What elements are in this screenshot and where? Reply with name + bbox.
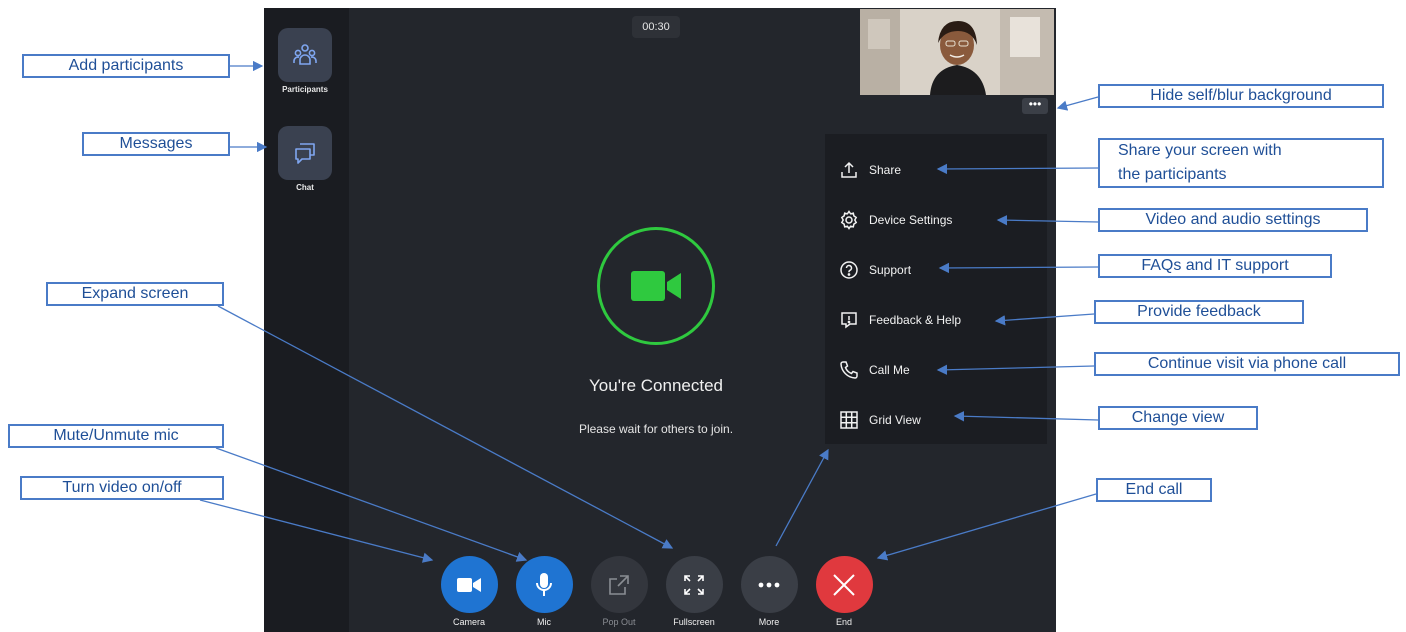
chat-label: Chat <box>296 183 314 192</box>
fullscreen-control[interactable]: Fullscreen <box>659 556 729 627</box>
more-label: More <box>758 617 780 627</box>
callout-phone-call: Continue visit via phone call <box>1094 352 1400 376</box>
menu-item-call-me[interactable]: Call Me <box>839 355 910 385</box>
more-control[interactable]: More <box>734 556 804 627</box>
menu-item-share[interactable]: Share <box>839 155 901 185</box>
mic-icon <box>536 572 552 596</box>
menu-label-call-me: Call Me <box>869 363 910 377</box>
camera-label: Camera <box>452 617 485 627</box>
fullscreen-icon <box>684 574 704 595</box>
participants-icon <box>278 28 332 82</box>
participants-label: Participants <box>282 85 328 94</box>
video-call-window: Participants Chat 00:30 ••• Share Device… <box>264 8 1056 632</box>
menu-item-feedback[interactable]: Feedback & Help <box>839 305 961 335</box>
end-call-button[interactable] <box>815 556 873 613</box>
more-icon <box>758 582 780 587</box>
more-button[interactable] <box>740 556 798 613</box>
callout-mute-mic: Mute/Unmute mic <box>8 424 224 448</box>
gear-icon <box>840 210 858 230</box>
share-icon <box>841 161 857 178</box>
connected-title: You're Connected <box>589 376 723 395</box>
chat-button[interactable]: Chat <box>275 126 335 192</box>
callout-expand-screen: Expand screen <box>46 282 224 306</box>
camera-control[interactable]: Camera <box>434 556 504 627</box>
mic-button[interactable] <box>515 556 573 613</box>
callout-change-view: Change view <box>1098 406 1258 430</box>
menu-item-support[interactable]: Support <box>839 255 911 285</box>
mic-label: Mic <box>537 617 551 627</box>
question-icon <box>840 261 858 279</box>
chat-icon <box>278 126 332 180</box>
video-camera-icon <box>631 271 681 301</box>
self-video-preview[interactable] <box>860 9 1054 95</box>
menu-label-share: Share <box>869 163 902 177</box>
callout-faqs: FAQs and IT support <box>1098 254 1332 278</box>
pop-out-button[interactable] <box>590 556 648 613</box>
callout-end-call: End call <box>1096 478 1212 502</box>
grid-icon <box>840 411 858 429</box>
connected-subtitle: Please wait for others to join. <box>578 422 734 436</box>
close-icon <box>833 573 855 596</box>
end-call-label: End <box>835 617 852 627</box>
fullscreen-label: Fullscreen <box>673 617 715 627</box>
connected-status-ring <box>597 227 715 345</box>
menu-label-grid-view: Grid View <box>869 413 921 427</box>
phone-icon <box>840 361 858 379</box>
participants-button[interactable]: Participants <box>275 28 335 94</box>
pop-out-label: Pop Out <box>602 617 636 627</box>
callout-share-line-2: the participants <box>1118 166 1227 183</box>
self-view-more-button[interactable]: ••• <box>1022 98 1048 114</box>
feedback-icon <box>841 312 857 329</box>
callout-share-screen: Share your screen with the participants <box>1098 138 1384 188</box>
more-menu: Share Device Settings Support Feedback &… <box>825 134 1047 444</box>
menu-label-feedback: Feedback & Help <box>869 313 962 327</box>
call-timer: 00:30 <box>632 16 680 38</box>
fullscreen-button[interactable] <box>665 556 723 613</box>
menu-label-device-settings: Device Settings <box>869 213 953 227</box>
camera-icon <box>457 577 481 592</box>
pop-out-icon <box>609 574 629 595</box>
camera-button[interactable] <box>440 556 498 613</box>
callout-hide-self: Hide self/blur background <box>1098 84 1384 108</box>
callout-turn-video: Turn video on/off <box>20 476 224 500</box>
mic-control[interactable]: Mic <box>509 556 579 627</box>
pop-out-control[interactable]: Pop Out <box>584 556 654 627</box>
menu-label-support: Support <box>869 263 912 277</box>
menu-item-device-settings[interactable]: Device Settings <box>839 205 952 235</box>
end-call-control[interactable]: End <box>809 556 879 627</box>
callout-share-line-1: Share your screen with <box>1118 142 1282 159</box>
callout-add-participants: Add participants <box>22 54 230 78</box>
menu-item-grid-view[interactable]: Grid View <box>839 405 921 435</box>
callout-messages: Messages <box>82 132 230 156</box>
sidebar: Participants Chat <box>264 8 349 632</box>
callout-feedback: Provide feedback <box>1094 300 1304 324</box>
callout-video-audio: Video and audio settings <box>1098 208 1368 232</box>
